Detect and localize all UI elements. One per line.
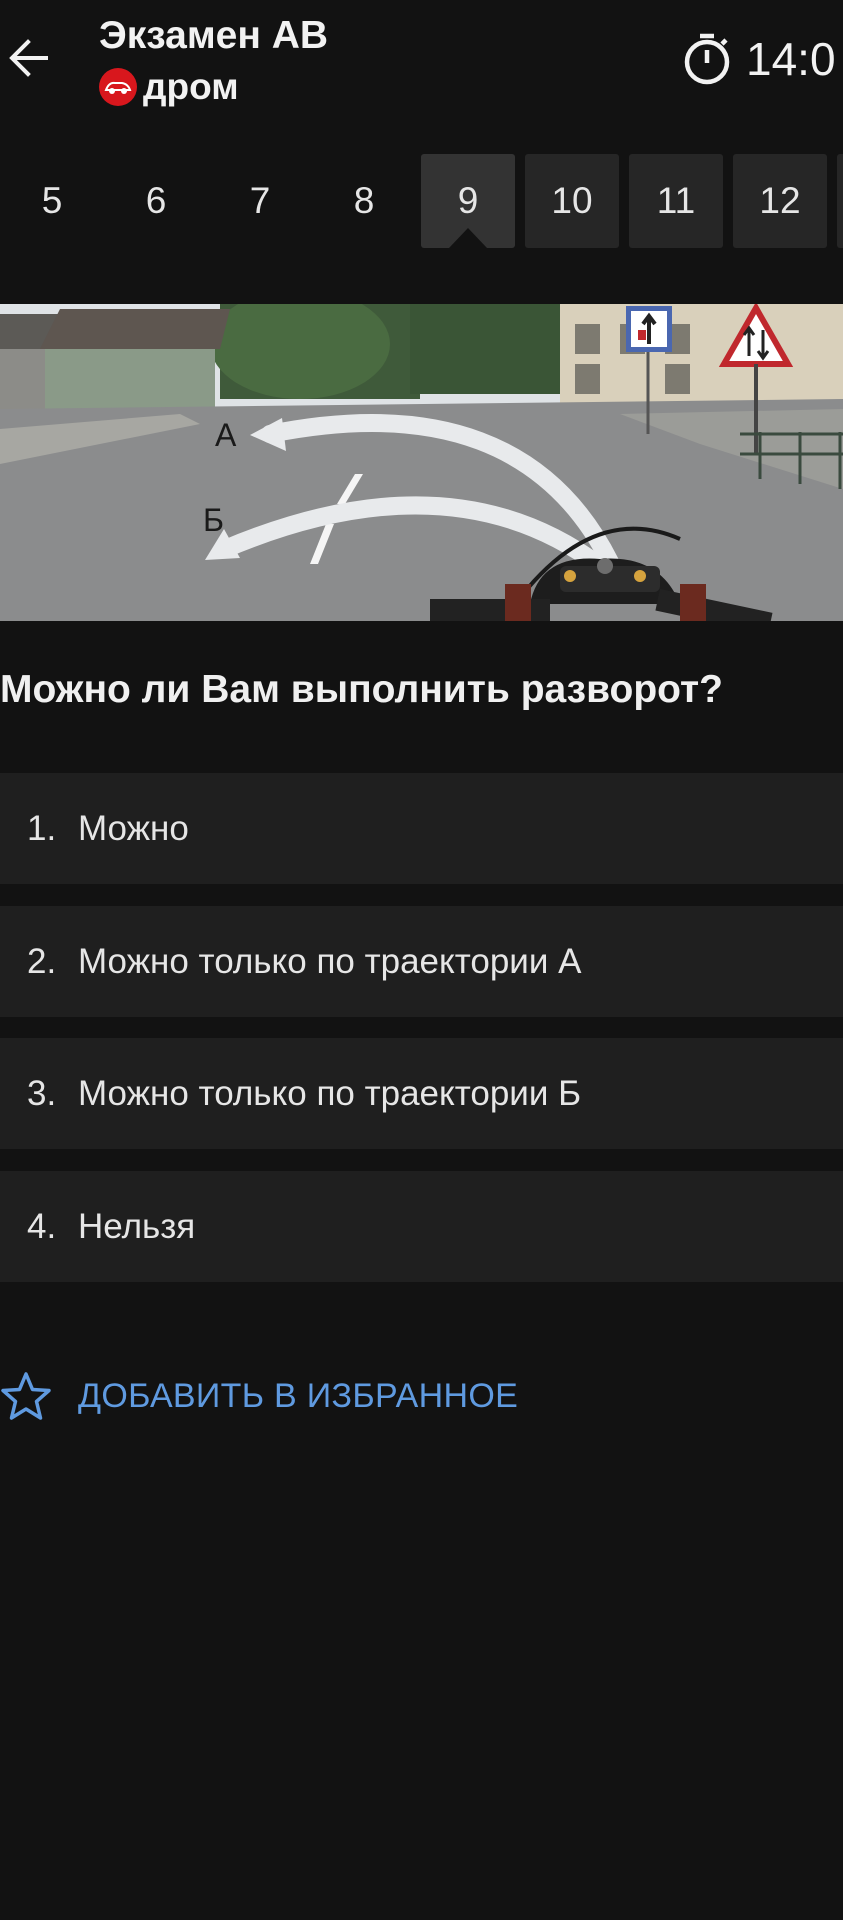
answer-text: Можно — [78, 808, 189, 848]
answer-option-4[interactable]: 4. Нельзя — [0, 1171, 843, 1282]
answer-text: Можно только по траектории Б — [78, 1073, 582, 1113]
trajectory-a-label: А — [215, 417, 237, 453]
answer-text: Можно только по траектории А — [78, 941, 582, 981]
app-header: Экзамен АВ дром 14:0 — [0, 0, 843, 130]
tab-label: 7 — [249, 180, 271, 221]
answer-number: 4. — [27, 1206, 57, 1246]
tab-question-8[interactable]: 8 — [317, 154, 411, 248]
stopwatch-icon — [684, 33, 730, 85]
brand-name: дром — [143, 66, 239, 107]
tab-label: 9 — [457, 180, 479, 221]
tab-question-10[interactable]: 10 — [525, 154, 619, 248]
question-tabs: 5 6 7 8 9 10 11 12 — [0, 154, 843, 248]
tab-label: 5 — [41, 180, 63, 221]
tab-label: 10 — [551, 180, 593, 221]
star-outline-icon — [1, 1372, 51, 1420]
tab-label: 8 — [353, 180, 375, 221]
brand: дром — [99, 66, 239, 108]
answer-option-2[interactable]: 2. Можно только по траектории А — [0, 906, 843, 1017]
timer-value: 14:0 — [746, 33, 836, 85]
tab-question-6[interactable]: 6 — [109, 154, 203, 248]
active-tab-pointer — [449, 228, 487, 248]
trajectory-b-label: Б — [203, 502, 224, 538]
answer-option-3[interactable]: 3. Можно только по траектории Б — [0, 1038, 843, 1149]
tab-question-7[interactable]: 7 — [213, 154, 307, 248]
tab-question-11[interactable]: 11 — [629, 154, 723, 248]
answer-number: 1. — [27, 808, 57, 848]
tab-label: 11 — [656, 180, 696, 221]
answer-number: 3. — [27, 1073, 57, 1113]
tab-question-5[interactable]: 5 — [5, 154, 99, 248]
drom-logo-icon — [99, 68, 137, 106]
page-title: Экзамен АВ — [99, 14, 329, 57]
answer-number: 2. — [27, 941, 57, 981]
timer: 14:0 — [682, 30, 836, 88]
back-button[interactable] — [0, 26, 56, 90]
arrow-back-icon — [9, 39, 48, 77]
add-to-favorites-label: ДОБАВИТЬ В ИЗБРАННОЕ — [78, 1376, 519, 1415]
tab-label: 6 — [145, 180, 167, 221]
add-to-favorites-button[interactable]: ДОБАВИТЬ В ИЗБРАННОЕ — [0, 1368, 518, 1424]
tab-question-13[interactable] — [837, 154, 843, 248]
answer-option-1[interactable]: 1. Можно — [0, 773, 843, 884]
answer-text: Нельзя — [78, 1206, 196, 1246]
tab-label: 12 — [759, 180, 801, 221]
question-image: А Б — [0, 304, 843, 621]
tab-question-12[interactable]: 12 — [733, 154, 827, 248]
question-text: Можно ли Вам выполнить разворот? — [0, 668, 723, 711]
